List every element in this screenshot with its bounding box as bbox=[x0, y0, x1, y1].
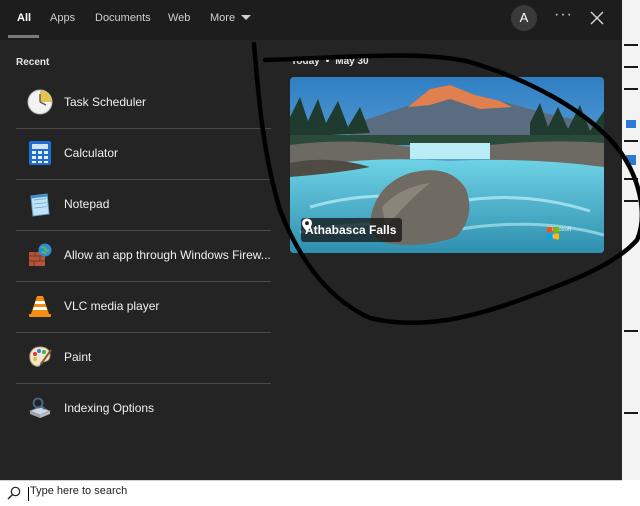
recent-item-label: Paint bbox=[64, 350, 92, 364]
indexing-options-icon bbox=[28, 397, 52, 418]
tab-more[interactable]: More bbox=[210, 0, 252, 38]
task-scheduler-icon bbox=[27, 89, 53, 115]
search-flyout: All Apps Documents Web More A ··· Recent… bbox=[0, 0, 622, 480]
recent-item-windows-firewall[interactable]: Allow an app through Windows Firew... bbox=[16, 231, 271, 282]
today-label: Today bbox=[291, 56, 320, 67]
chevron-down-icon bbox=[241, 14, 252, 20]
ellipsis-icon: ··· bbox=[554, 6, 573, 23]
microsoft-bing-logo: Microsoft Bing bbox=[547, 227, 571, 241]
recent-item-label: Task Scheduler bbox=[64, 95, 147, 109]
user-avatar[interactable]: A bbox=[511, 5, 537, 31]
today-separator: • bbox=[325, 56, 330, 67]
taskbar-search-box[interactable]: Type here to search bbox=[0, 480, 622, 506]
recent-item-label: Indexing Options bbox=[64, 401, 155, 415]
avatar-initial: A bbox=[519, 10, 529, 25]
location-pin-icon bbox=[302, 218, 312, 232]
recent-item-label: Notepad bbox=[64, 197, 110, 211]
recent-item-label: VLC media player bbox=[64, 299, 160, 313]
background-window-edge bbox=[622, 0, 640, 480]
today-date: May 30 bbox=[335, 56, 369, 67]
tab-web-label: Web bbox=[168, 12, 191, 24]
notepad-icon bbox=[30, 193, 50, 217]
card-location-badge[interactable]: Athabasca Falls bbox=[301, 218, 403, 242]
tab-documents-label: Documents bbox=[95, 12, 151, 24]
recent-item-indexing-options[interactable]: Indexing Options bbox=[16, 384, 271, 435]
recent-item-vlc[interactable]: VLC media player bbox=[16, 282, 271, 333]
more-options-button[interactable]: ··· bbox=[554, 6, 573, 24]
recent-item-calculator[interactable]: Calculator bbox=[16, 129, 271, 180]
search-icon bbox=[7, 486, 21, 500]
tab-apps-label: Apps bbox=[50, 12, 76, 24]
tab-more-label: More bbox=[210, 12, 236, 24]
text-cursor bbox=[28, 487, 29, 501]
tab-apps[interactable]: Apps bbox=[50, 0, 75, 38]
tab-web[interactable]: Web bbox=[168, 0, 190, 38]
close-icon[interactable] bbox=[590, 11, 604, 25]
recent-item-notepad[interactable]: Notepad bbox=[16, 180, 271, 231]
recent-item-label: Allow an app through Windows Firew... bbox=[64, 248, 271, 262]
tab-all[interactable]: All bbox=[7, 0, 40, 38]
tab-all-label: All bbox=[17, 12, 32, 24]
calculator-icon bbox=[29, 141, 51, 165]
search-input[interactable]: Type here to search bbox=[30, 485, 127, 497]
search-scope-tabs: All Apps Documents Web More A ··· bbox=[0, 0, 622, 40]
card-location-text: Athabasca Falls bbox=[305, 223, 397, 237]
vlc-icon bbox=[29, 296, 51, 317]
recent-item-task-scheduler[interactable]: Task Scheduler bbox=[16, 78, 271, 129]
microsoft-logo-icon bbox=[547, 227, 559, 239]
bing-today-card[interactable]: Athabasca Falls Microsoft Bing bbox=[290, 77, 604, 253]
recent-item-label: Calculator bbox=[64, 146, 119, 160]
recent-item-paint[interactable]: Paint bbox=[16, 333, 271, 384]
today-heading: Today • May 30 bbox=[291, 56, 369, 67]
recent-heading: Recent bbox=[16, 57, 50, 68]
paint-icon bbox=[29, 346, 52, 367]
tab-documents[interactable]: Documents bbox=[95, 0, 151, 38]
firewall-icon bbox=[29, 243, 52, 266]
